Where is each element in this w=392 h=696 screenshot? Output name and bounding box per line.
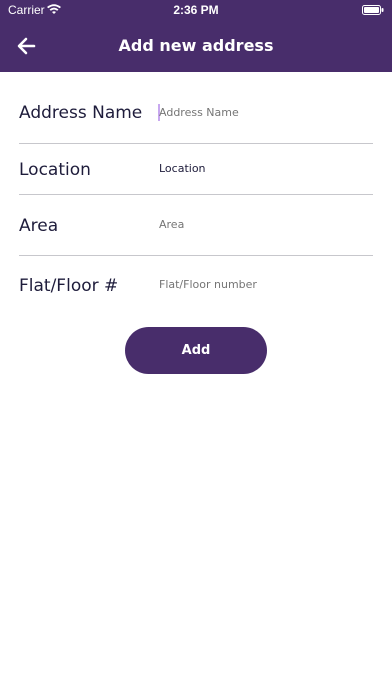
address-name-input[interactable] bbox=[159, 106, 359, 119]
address-name-row: Address Name bbox=[19, 86, 373, 144]
status-time: 2:36 PM bbox=[173, 3, 219, 17]
area-row: Area bbox=[19, 195, 373, 256]
header: Carrier 2:36 PM Add new address bbox=[0, 0, 392, 72]
add-button[interactable]: Add bbox=[125, 327, 267, 374]
location-input[interactable] bbox=[159, 162, 359, 175]
add-address-screen: Carrier 2:36 PM Add new address Address … bbox=[0, 0, 392, 696]
area-input[interactable] bbox=[159, 218, 359, 231]
page-title: Add new address bbox=[118, 36, 274, 55]
status-bar: Carrier 2:36 PM bbox=[0, 0, 392, 20]
location-row: Location bbox=[19, 144, 373, 195]
location-label: Location bbox=[19, 160, 91, 180]
flat-floor-input[interactable] bbox=[159, 278, 359, 291]
battery-icon bbox=[362, 5, 384, 15]
flat-floor-row: Flat/Floor # bbox=[19, 256, 373, 306]
flat-floor-label: Flat/Floor # bbox=[19, 276, 119, 296]
area-label: Area bbox=[19, 216, 59, 236]
address-name-label: Address Name bbox=[19, 103, 143, 123]
nav-bar: Add new address bbox=[0, 24, 392, 68]
